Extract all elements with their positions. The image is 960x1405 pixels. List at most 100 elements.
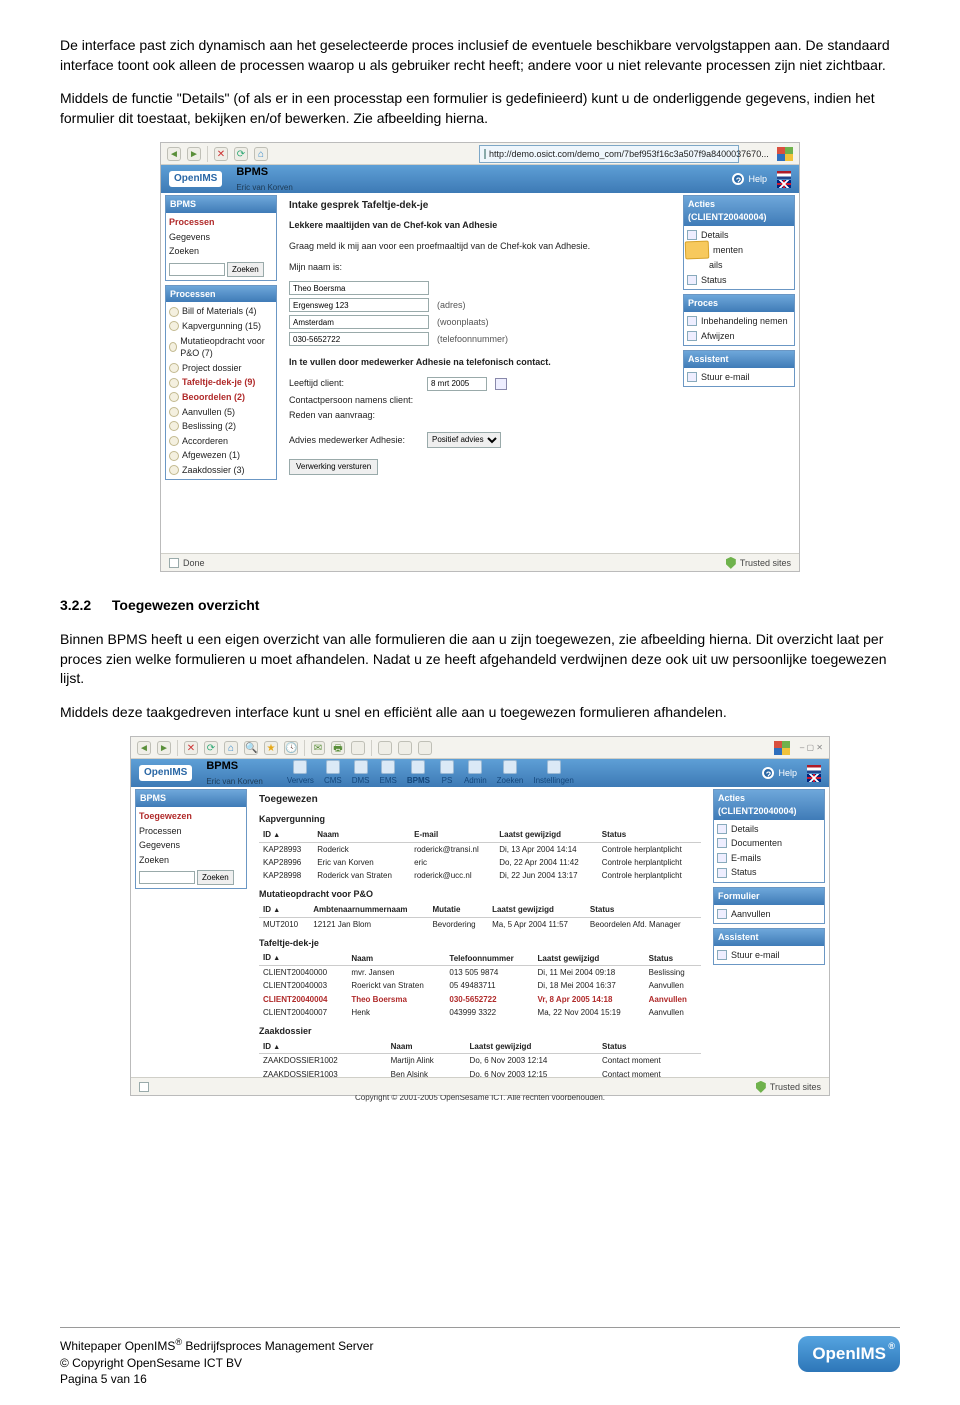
table-row[interactable]: CLIENT20040004Theo Boersma030-5652722Vr,…	[259, 993, 701, 1006]
menu-item[interactable]: Ververs	[287, 760, 314, 786]
nav-item-processen[interactable]: Processen	[139, 824, 243, 839]
flag-uk-icon[interactable]	[777, 180, 791, 188]
refresh-icon[interactable]: ⟳	[204, 741, 218, 755]
proc-item[interactable]: Mutatieopdracht voor P&O (7)	[169, 334, 273, 361]
acties-item[interactable]: Status	[717, 865, 821, 880]
history-icon[interactable]: 🕓	[284, 741, 298, 755]
column-header[interactable]: Telefoonnummer	[445, 951, 533, 965]
proc-item[interactable]: Accorderen	[169, 434, 273, 449]
proc-item[interactable]: Aanvullen (5)	[169, 405, 273, 420]
forward-icon[interactable]: ►	[157, 741, 171, 755]
search-icon[interactable]: 🔍	[244, 741, 258, 755]
nav-item-gegevens[interactable]: Gegevens	[169, 230, 273, 245]
nav-item-gegevens[interactable]: Gegevens	[139, 838, 243, 853]
edit-icon[interactable]	[351, 741, 365, 755]
search-input[interactable]	[139, 871, 195, 884]
table-row[interactable]: KAP28998Roderick van Stratenroderick@ucc…	[259, 869, 701, 882]
acties-item[interactable]: Documenten	[717, 836, 821, 851]
nav-item-processen[interactable]: Processen	[169, 215, 273, 230]
nav-item-zoeken[interactable]: Zoeken	[169, 244, 273, 259]
search-input[interactable]	[169, 263, 225, 276]
flag-nl-icon[interactable]	[807, 765, 821, 773]
column-header[interactable]: Laatst gewijzigd	[488, 903, 586, 917]
column-header[interactable]: Mutatie	[428, 903, 488, 917]
nav-item-zoeken[interactable]: Zoeken	[139, 853, 243, 868]
table-row[interactable]: MUT201012121 Jan BlomBevorderingMa, 5 Ap…	[259, 917, 701, 931]
column-header[interactable]: ID ▲	[259, 828, 313, 842]
proc-item[interactable]: Kapvergunning (15)	[169, 319, 273, 334]
misc-icon-1[interactable]	[378, 741, 392, 755]
table-row[interactable]: ZAAKDOSSIER1002Martijn AlinkDo, 6 Nov 20…	[259, 1054, 701, 1068]
column-header[interactable]: Laatst gewijzigd	[495, 828, 598, 842]
table-row[interactable]: KAP28993Roderickroderick@transi.nlDi, 13…	[259, 842, 701, 856]
misc-icon-3[interactable]	[418, 741, 432, 755]
search-button[interactable]: Zoeken	[197, 870, 234, 885]
address-bar[interactable]: http://demo.osict.com/demo_com/7bef953f1…	[479, 145, 739, 163]
phone-input[interactable]	[289, 332, 429, 346]
acties-item[interactable]: E-mails	[717, 851, 821, 866]
leeftijd-input[interactable]	[427, 377, 487, 391]
home-icon[interactable]: ⌂	[254, 147, 268, 161]
column-header[interactable]: Laatst gewijzigd	[466, 1040, 598, 1054]
help-label[interactable]: Help	[778, 767, 797, 780]
search-button[interactable]: Zoeken	[227, 262, 264, 277]
proces-inbehandeling[interactable]: Inbehandeling nemen	[701, 315, 788, 328]
column-header[interactable]: Laatst gewijzigd	[534, 951, 645, 965]
column-header[interactable]: Ambtenaarnummernaam	[309, 903, 428, 917]
column-header[interactable]: Naam	[387, 1040, 466, 1054]
menu-item[interactable]: EMS	[380, 760, 397, 786]
menu-item[interactable]: Instellingen	[533, 760, 573, 786]
menu-item[interactable]: PS	[440, 760, 454, 786]
city-input[interactable]	[289, 315, 429, 329]
back-icon[interactable]: ◄	[167, 147, 181, 161]
proc-item[interactable]: Bill of Materials (4)	[169, 304, 273, 319]
help-label[interactable]: Help	[748, 173, 767, 186]
proc-item[interactable]: Beslissing (2)	[169, 419, 273, 434]
menu-item[interactable]: BPMS	[407, 760, 430, 786]
column-header[interactable]: Naam	[313, 828, 410, 842]
menu-item[interactable]: Zoeken	[497, 760, 524, 786]
flag-uk-icon[interactable]	[807, 774, 821, 782]
calendar-icon[interactable]	[495, 378, 507, 390]
table-row[interactable]: CLIENT20040007Henk043999 3322Ma, 22 Nov …	[259, 1006, 701, 1019]
submit-button[interactable]: Verwerking versturen	[289, 459, 378, 475]
address-input[interactable]	[289, 298, 429, 312]
help-icon[interactable]: ?	[732, 173, 744, 185]
column-header[interactable]: ID ▲	[259, 951, 347, 965]
menu-item[interactable]: DMS	[352, 760, 370, 786]
column-header[interactable]: E-mail	[410, 828, 495, 842]
print-icon[interactable]: 🖶	[331, 741, 345, 755]
flag-nl-icon[interactable]	[777, 171, 791, 179]
window-controls[interactable]: – ▢ ✕	[800, 742, 823, 753]
help-icon[interactable]: ?	[762, 767, 774, 779]
back-icon[interactable]: ◄	[137, 741, 151, 755]
acties-details[interactable]: Details	[701, 229, 729, 242]
advies-select[interactable]: Positief advies	[427, 432, 501, 448]
column-header[interactable]: ID ▲	[259, 1040, 387, 1054]
stop-icon[interactable]: ✕	[184, 741, 198, 755]
column-header[interactable]: Naam	[347, 951, 445, 965]
column-header[interactable]: Status	[645, 951, 701, 965]
acties-documenten[interactable]: menten	[713, 244, 743, 257]
mail-icon[interactable]: ✉	[311, 741, 325, 755]
home-icon[interactable]: ⌂	[224, 741, 238, 755]
acties-item[interactable]: Details	[717, 822, 821, 837]
assistent-email[interactable]: Stuur e-mail	[701, 371, 750, 384]
proc-item[interactable]: Beoordelen (2)	[169, 390, 273, 405]
menu-item[interactable]: CMS	[324, 760, 342, 786]
column-header[interactable]: Status	[598, 828, 701, 842]
acties-emails[interactable]: ails	[709, 259, 723, 272]
favorites-icon[interactable]: ★	[264, 741, 278, 755]
column-header[interactable]: Status	[598, 1040, 701, 1054]
table-row[interactable]: CLIENT20040000mvr. Jansen013 505 9874Di,…	[259, 966, 701, 980]
refresh-icon[interactable]: ⟳	[234, 147, 248, 161]
assistent-email[interactable]: Stuur e-mail	[731, 949, 780, 962]
column-header[interactable]: ID ▲	[259, 903, 309, 917]
table-row[interactable]: KAP28996Eric van KorvenericDo, 22 Apr 20…	[259, 856, 701, 869]
forward-icon[interactable]: ►	[187, 147, 201, 161]
language-flags[interactable]	[777, 171, 791, 188]
table-row[interactable]: CLIENT20040003Roerickt van Straten05 494…	[259, 979, 701, 992]
stop-icon[interactable]: ✕	[214, 147, 228, 161]
proc-item[interactable]: Tafeltje-dek-je (9)	[169, 375, 273, 390]
language-flags[interactable]	[807, 765, 821, 782]
